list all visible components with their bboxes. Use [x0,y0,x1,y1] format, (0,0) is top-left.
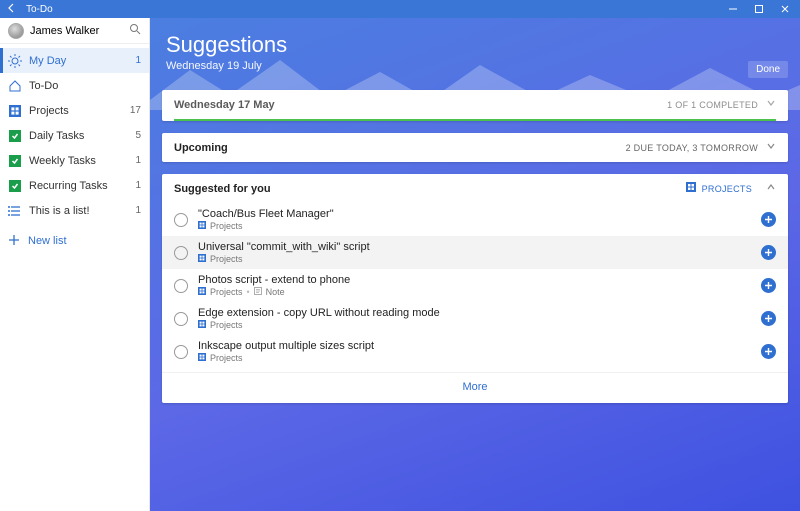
projects-icon [686,182,696,195]
more-button[interactable]: More [162,372,788,403]
complete-toggle[interactable] [174,312,188,326]
nav-list: My Day 1 To-Do Projects 17 Daily Tasks 5 Weekly… [0,44,149,223]
task-list: "Coach/Bus Fleet Manager"ProjectsUnivers… [162,203,788,368]
sidebar-item-weekly-tasks[interactable]: Weekly Tasks 1 [0,148,149,173]
complete-toggle[interactable] [174,279,188,293]
avatar [8,23,24,39]
new-list-label: New list [28,235,67,247]
page-header: Suggestions Wednesday 19 July Done [150,18,800,78]
projects-icon [198,287,206,297]
complete-toggle[interactable] [174,213,188,227]
plus-icon [8,234,20,249]
user-row[interactable]: James Walker [0,18,149,44]
sidebar-item-label: Daily Tasks [29,130,128,142]
complete-toggle[interactable] [174,246,188,260]
panel-suggested: Suggested for you PROJECTS "Coach/Bus Fl… [162,174,788,403]
panel-suggested-meta: PROJECTS [702,184,752,194]
check-icon [8,154,22,168]
chevron-up-icon [766,182,776,195]
sidebar-item-count: 1 [135,205,141,216]
sidebar-item-label: My Day [29,55,128,67]
chevron-down-icon [766,141,776,154]
task-row[interactable]: Edge extension - copy URL without readin… [162,302,788,335]
sidebar-item-count: 1 [135,180,141,191]
sidebar-item-this-is-a-list-[interactable]: This is a list! 1 [0,198,149,223]
task-sub-label: Projects [210,353,243,363]
task-title: "Coach/Bus Fleet Manager" [198,208,751,220]
projects-icon [198,254,206,264]
sidebar-item-to-do[interactable]: To-Do [0,73,149,98]
sidebar-item-my-day[interactable]: My Day 1 [0,48,149,73]
sidebar-item-label: Weekly Tasks [29,155,128,167]
sidebar-item-recurring-tasks[interactable]: Recurring Tasks 1 [0,173,149,198]
sidebar-item-count: 1 [135,55,141,66]
sidebar-item-count: 5 [135,130,141,141]
panel-upcoming-meta: 2 DUE TODAY, 3 TOMORROW [626,143,758,153]
new-list-button[interactable]: New list [0,227,149,255]
task-row[interactable]: Inkscape output multiple sizes scriptPro… [162,335,788,368]
task-note-label: Note [266,287,285,297]
add-to-my-day-button[interactable] [761,311,776,326]
add-to-my-day-button[interactable] [761,278,776,293]
task-sub-label: Projects [210,254,243,264]
sidebar-item-label: Recurring Tasks [29,180,128,192]
projects-icon [8,104,22,118]
list-icon [8,204,22,218]
task-title: Universal "commit_with_wiki" script [198,241,751,253]
close-button[interactable] [772,0,798,18]
task-title: Inkscape output multiple sizes script [198,340,751,352]
task-row[interactable]: Photos script - extend to phoneProjects•… [162,269,788,302]
sidebar-item-daily-tasks[interactable]: Daily Tasks 5 [0,123,149,148]
panel-suggested-header[interactable]: Suggested for you PROJECTS [162,174,788,203]
task-sub-label: Projects [210,287,243,297]
projects-icon [198,353,206,363]
add-to-my-day-button[interactable] [761,245,776,260]
content-area: Suggestions Wednesday 19 July Done Wedne… [150,18,800,511]
minimize-button[interactable] [720,0,746,18]
note-icon [254,287,262,297]
panel-upcoming-title: Upcoming [174,142,626,154]
page-subtitle: Wednesday 19 July [166,60,784,72]
projects-icon [198,221,206,231]
user-name: James Walker [30,25,123,37]
page-title: Suggestions [166,32,784,58]
complete-toggle[interactable] [174,345,188,359]
panel-upcoming[interactable]: Upcoming 2 DUE TODAY, 3 TOMORROW [162,133,788,162]
progress-bar [174,119,776,121]
sidebar-item-count: 1 [135,155,141,166]
chevron-down-icon [766,98,776,111]
home-icon [8,79,22,93]
sidebar: James Walker My Day 1 To-Do Projects 17 Daily… [0,18,150,511]
panel-suggested-title: Suggested for you [174,183,686,195]
task-title: Photos script - extend to phone [198,274,751,286]
maximize-button[interactable] [746,0,772,18]
sidebar-item-projects[interactable]: Projects 17 [0,98,149,123]
sidebar-item-label: Projects [29,105,123,117]
sidebar-item-label: This is a list! [29,205,128,217]
task-sub-label: Projects [210,221,243,231]
done-button[interactable]: Done [748,61,788,78]
app-title: To-Do [26,4,53,15]
sidebar-item-count: 17 [130,105,141,116]
title-bar: To-Do [0,0,800,18]
task-sub-label: Projects [210,320,243,330]
search-icon[interactable] [129,22,141,40]
sidebar-item-label: To-Do [29,80,134,92]
projects-icon [198,320,206,330]
back-icon[interactable] [6,2,18,17]
check-icon [8,179,22,193]
add-to-my-day-button[interactable] [761,212,776,227]
task-row[interactable]: "Coach/Bus Fleet Manager"Projects [162,203,788,236]
check-icon [8,129,22,143]
sun-icon [8,54,22,68]
panel-completed-title: Wednesday 17 May [174,99,667,111]
panel-completed-meta: 1 OF 1 COMPLETED [667,100,758,110]
task-title: Edge extension - copy URL without readin… [198,307,751,319]
panel-completed[interactable]: Wednesday 17 May 1 OF 1 COMPLETED [162,90,788,121]
task-row[interactable]: Universal "commit_with_wiki" scriptProje… [162,236,788,269]
add-to-my-day-button[interactable] [761,344,776,359]
